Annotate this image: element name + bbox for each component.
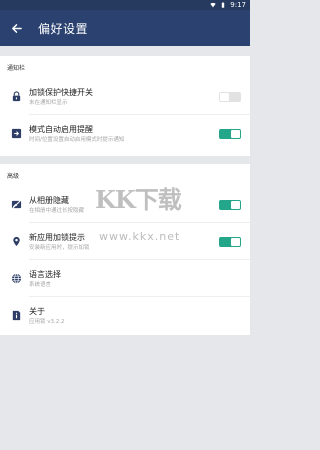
lock-icon	[12, 91, 20, 102]
globe-icon	[11, 273, 21, 284]
setting-subtitle: 时间/位置设置自动启用模式时提示通知	[29, 136, 125, 143]
setting-title: 语言选择	[29, 269, 61, 279]
setting-lock-shortcut[interactable]: 加锁保护快捷开关 未在通知栏显示	[0, 78, 250, 115]
setting-mode-auto-reminder[interactable]: 模式自动启用提醒 时间/位置设置自动启用模式时提示通知	[0, 115, 250, 152]
setting-new-app-lock-prompt[interactable]: 新应用加锁提示 安装新应用时，提示加锁	[0, 223, 250, 260]
back-button[interactable]	[0, 10, 32, 46]
mode-auto-reminder-toggle[interactable]	[219, 128, 241, 139]
toggle-knob	[220, 92, 229, 101]
toggle-knob	[231, 200, 240, 209]
wifi-icon	[210, 2, 216, 8]
page-title: 偏好设置	[38, 21, 89, 36]
hide-from-album-toggle[interactable]	[219, 199, 241, 210]
status-time: 9:17	[230, 1, 246, 9]
hide-image-icon	[11, 200, 21, 209]
new-app-lock-icon	[12, 236, 20, 247]
setting-title: 加锁保护快捷开关	[29, 87, 93, 97]
setting-title: 从相册隐藏	[29, 195, 69, 205]
toggle-knob	[231, 129, 240, 138]
setting-subtitle: 系统语言	[29, 281, 52, 288]
section-header: 通知栏	[7, 64, 26, 72]
setting-subtitle: 应用锁 v3.2.2	[29, 318, 65, 325]
setting-title: 模式自动启用提醒	[29, 124, 93, 134]
enter-icon	[11, 128, 21, 139]
setting-title: 关于	[29, 306, 45, 316]
new-app-lock-prompt-toggle[interactable]	[219, 236, 241, 247]
toggle-knob	[231, 237, 240, 246]
status-bar: 9:17	[0, 0, 250, 10]
app-bar: 偏好设置	[0, 10, 250, 46]
setting-title: 新应用加锁提示	[29, 232, 85, 242]
setting-hide-from-album[interactable]: 从相册隐藏 在相册中通过长按隐藏	[0, 186, 250, 223]
setting-subtitle: 在相册中通过长按隐藏	[29, 207, 85, 214]
lock-shortcut-toggle[interactable]	[219, 91, 241, 102]
back-arrow-icon	[11, 23, 22, 33]
setting-language[interactable]: 语言选择 系统语言	[0, 260, 250, 297]
info-document-icon	[12, 310, 20, 321]
setting-subtitle: 安装新应用时，提示加锁	[29, 244, 90, 251]
section-header: 高级	[7, 172, 20, 180]
setting-subtitle: 未在通知栏显示	[29, 99, 68, 106]
setting-about[interactable]: 关于 应用锁 v3.2.2	[0, 297, 250, 334]
battery-icon	[222, 2, 225, 8]
section-notification-bar: 通知栏 加锁保护快捷开关 未在通知栏显示 模式自动启用提醒 时间/位置设置自动启…	[0, 56, 250, 156]
section-advanced: 高级 从相册隐藏 在相册中通过长按隐藏 新应用加锁提示 安装新应用时，提示加锁 …	[0, 164, 250, 335]
